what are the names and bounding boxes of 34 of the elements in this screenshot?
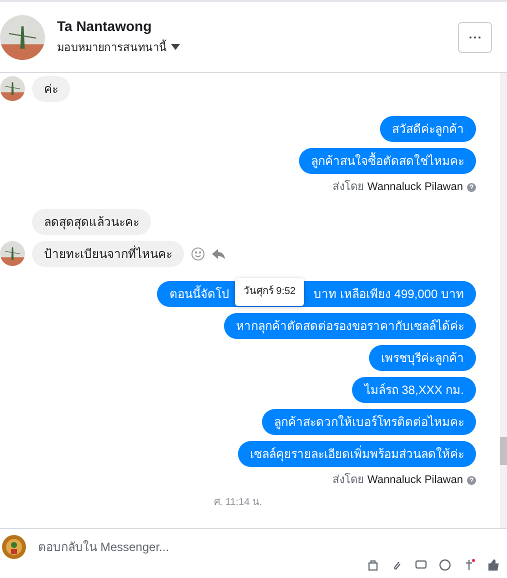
outgoing-message: ลูกค้าสนใจซื้อตัดสดใช่ไหมคะ — [299, 148, 476, 174]
outgoing-message: ลูกค้าสะดวกให้เบอร์โทรติดต่อไหมคะ — [262, 409, 476, 435]
contact-name: Ta Nantawong — [57, 18, 153, 34]
outgoing-message: บาท เหลือเพียง 499,000 บาท — [314, 286, 464, 302]
incoming-message: ลดสุดสุดแล้วนะคะ — [32, 208, 151, 234]
sender-name: Wannaluck Pilawan — [367, 180, 463, 194]
incoming-message: ป้ายทะเบียนจากที่ไหนคะ — [32, 240, 184, 266]
scrollbar-thumb[interactable] — [500, 437, 507, 465]
incoming-message: ค่ะ — [32, 76, 70, 102]
sent-by-label: ส่งโดย — [332, 180, 364, 194]
avatar — [0, 76, 25, 101]
sender-name: Wannaluck Pilawan — [367, 473, 463, 487]
reply-icon[interactable] — [212, 248, 225, 260]
timestamp: ศ. 11:14 น. — [214, 497, 262, 509]
more-icon — [469, 36, 481, 38]
scrollbar[interactable] — [500, 73, 507, 528]
outgoing-message: ไมล์รถ 38,XXX กม. — [352, 377, 476, 403]
assign-dropdown[interactable]: มอบหมายการสนทนานี้ — [57, 38, 180, 56]
time-tooltip: วันศุกร์ 9:52 — [235, 278, 304, 306]
page-avatar — [2, 535, 26, 559]
like-icon[interactable] — [487, 559, 499, 571]
bag-icon[interactable] — [367, 559, 379, 571]
avatar — [0, 14, 45, 60]
outgoing-message: เซลล์คุยรายละเอียดเพิ่มพร้อมส่วนลดให้ค่ะ — [238, 441, 476, 467]
help-icon[interactable] — [467, 182, 476, 192]
outgoing-message: หากลุกค้าตัดสดต่อรองขอราคากับเซลล์ได้ค่ะ — [224, 313, 476, 339]
outgoing-message: สวัสดีค่ะลูกค้า — [380, 116, 476, 142]
outgoing-message: เพรชบุรีค่ะลูกค้า — [369, 345, 476, 371]
sent-by-label: ส่งโดย — [332, 473, 364, 487]
paperclip-icon[interactable] — [391, 559, 403, 571]
avatar — [0, 241, 25, 266]
help-icon[interactable] — [467, 476, 476, 484]
caret-icon — [171, 44, 180, 50]
outgoing-message: ตอนนี้จัดโป — [169, 286, 230, 302]
